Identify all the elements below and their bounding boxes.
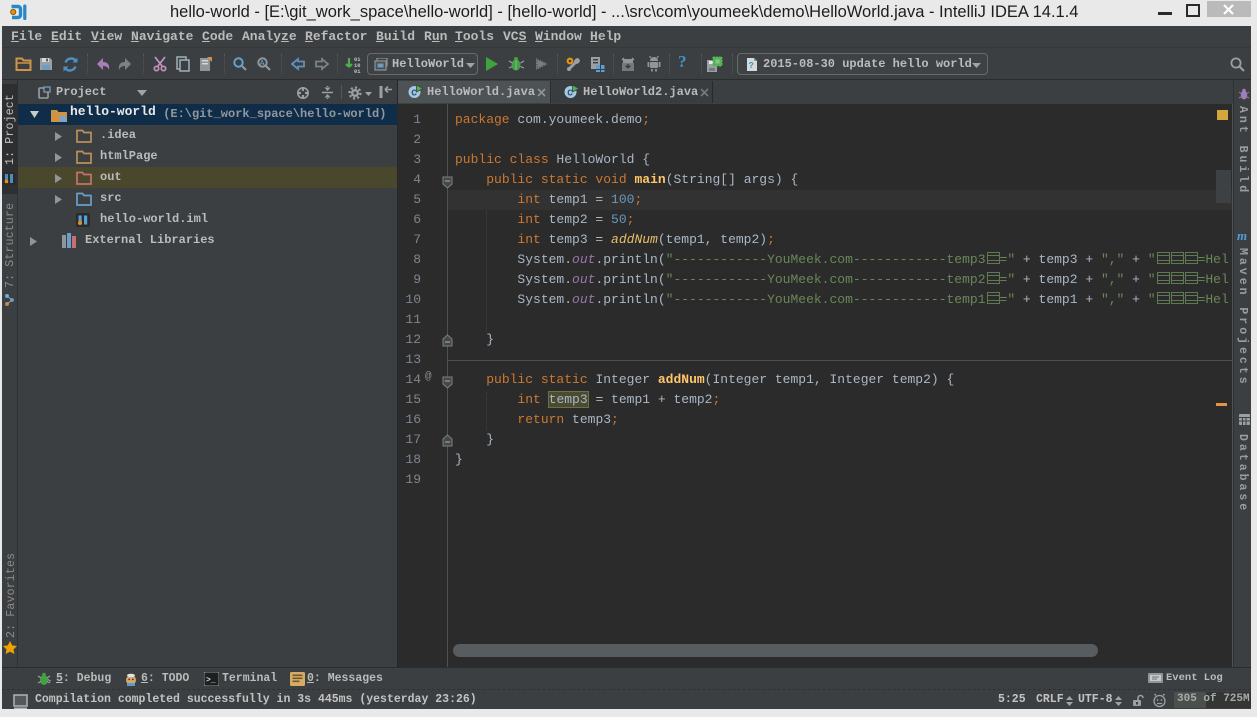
svg-text:>_: >_ (206, 676, 216, 685)
svg-text:01: 01 (354, 69, 360, 74)
svg-text:A: A (259, 59, 265, 68)
svg-text:?: ? (749, 61, 754, 71)
